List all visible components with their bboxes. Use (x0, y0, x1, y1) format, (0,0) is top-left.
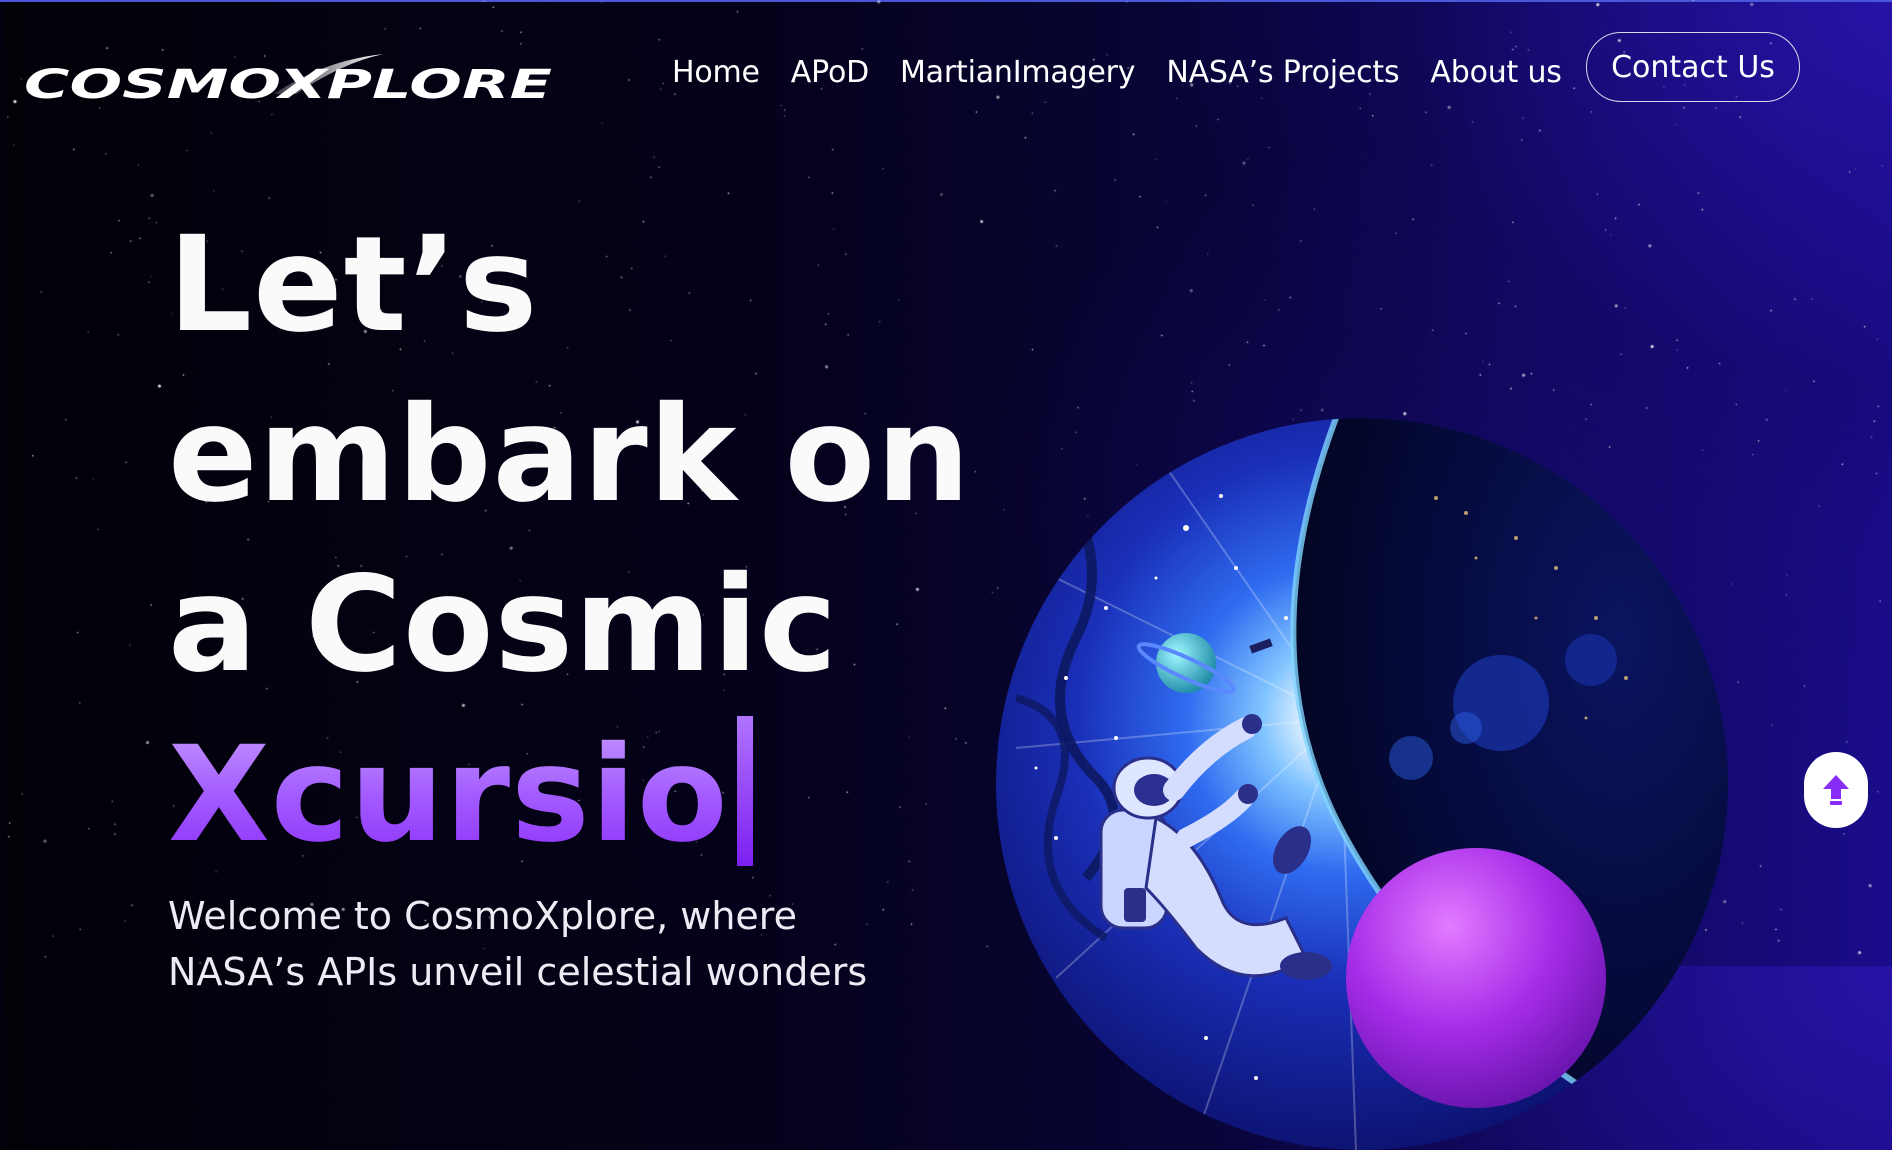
hero-line-4: Xcursio (168, 710, 968, 880)
main-navigation: Home APoD MartianImagery NASA’s Projects… (672, 52, 1593, 92)
hero-line-1: Let’s (168, 208, 539, 362)
arrow-up-icon (1823, 775, 1849, 805)
contact-us-button[interactable]: Contact Us (1586, 32, 1800, 102)
scroll-to-top-button[interactable] (1804, 752, 1868, 828)
hero-heading: Let’s embark on a Cosmic Xcursio (168, 200, 972, 880)
hero-typed-word: Xcursio (168, 718, 729, 872)
hero-subtitle-line-2: NASA’s APIs unveil celestial wonders (168, 950, 868, 994)
typing-caret (736, 716, 753, 866)
hero-line-3: a Cosmic (168, 548, 839, 702)
cosmoxplore-logo[interactable]: COSMOXPLORE (24, 48, 554, 104)
hero-subtitle-line-1: Welcome to CosmoXplore, where (168, 894, 797, 938)
svg-text:COSMOXPLORE: COSMOXPLORE (24, 62, 552, 104)
nav-apod-link[interactable]: APoD (791, 55, 869, 90)
hero-line-2: embark on (168, 378, 972, 532)
nav-martian-imagery-link[interactable]: MartianImagery (900, 55, 1136, 90)
nav-nasa-projects-link[interactable]: NASA’s Projects (1166, 55, 1399, 90)
astronaut-in-space-illustration (996, 418, 1728, 1150)
nav-home-link[interactable]: Home (672, 55, 760, 90)
hero-subtitle: Welcome to CosmoXplore, where NASA’s API… (168, 888, 888, 1000)
site-header: COSMOXPLORE Home APoD MartianImagery NAS… (0, 0, 1892, 130)
nav-about-us-link[interactable]: About us (1430, 55, 1561, 90)
